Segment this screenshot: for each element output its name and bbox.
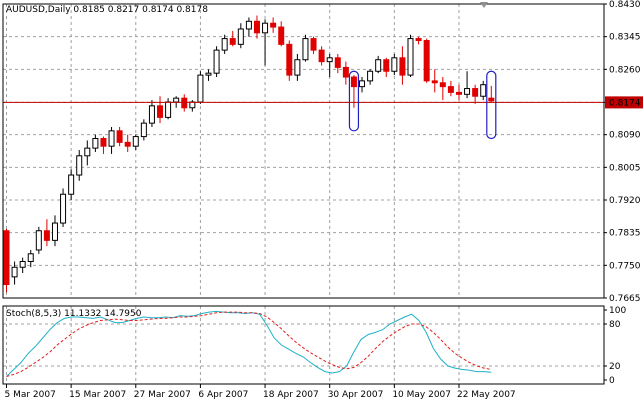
candle-body	[157, 105, 164, 118]
candle-body	[302, 38, 309, 61]
candle-body	[253, 20, 260, 34]
candle-body	[237, 28, 244, 45]
candle-body	[165, 101, 172, 118]
time-tick-label: 5 Mar 2007	[5, 390, 56, 400]
price-tick-label: 0.8005	[609, 163, 641, 173]
candle-body	[262, 22, 269, 34]
candle-body	[294, 59, 301, 76]
candle-body	[11, 266, 18, 278]
candle-body	[310, 38, 317, 51]
stoch-tick-label: 20	[609, 362, 621, 372]
candle-body	[383, 59, 390, 72]
stochastic-axis: 100 80 20 0	[604, 306, 626, 386]
candle-body	[43, 230, 50, 241]
time-tick-label: 18 Apr 2007	[263, 390, 319, 400]
candle-body	[447, 86, 454, 93]
candle-body	[140, 122, 147, 138]
candle-body	[318, 49, 325, 63]
candle-body	[350, 76, 357, 88]
stoch-tick-label: 0	[609, 376, 615, 386]
price-tick-label: 0.8430	[609, 0, 641, 10]
candle-body	[181, 97, 188, 109]
candle-body	[407, 38, 414, 76]
candle-body	[221, 38, 228, 51]
candle-body	[3, 230, 10, 286]
panel-frames	[2, 3, 605, 385]
annotation-ellipse	[486, 70, 497, 140]
candle-body	[342, 66, 349, 78]
candle-body	[391, 57, 398, 72]
stochastic-panel	[6, 310, 492, 377]
price-tick-label: 0.8345	[609, 33, 641, 43]
time-axis: 5 Mar 2007 15 Mar 2007 27 Mar 2007 6 Apr 20…	[5, 384, 516, 400]
time-tick-label: 27 Mar 2007	[134, 390, 191, 400]
candle-body	[488, 97, 495, 102]
candle-body	[278, 26, 285, 45]
current-price-label: 0.8174	[609, 98, 641, 108]
chart-shift-marker-icon[interactable]	[480, 2, 488, 8]
candle-body	[431, 80, 438, 84]
candle-body	[464, 88, 471, 95]
candle-body	[480, 84, 487, 97]
price-tick-label: 0.7750	[609, 261, 641, 271]
time-tick-label: 15 Mar 2007	[69, 390, 126, 400]
candle-body	[286, 43, 293, 76]
candle-body	[124, 141, 131, 147]
candles	[3, 15, 495, 293]
price-tick-label: 0.7835	[609, 229, 641, 239]
candle-body	[173, 97, 180, 103]
candle-body	[367, 70, 374, 82]
stoch-tick-label: 80	[609, 320, 621, 330]
candle-body	[92, 138, 99, 149]
price-tick-label: 0.7665	[609, 294, 641, 304]
candle-body	[205, 72, 212, 76]
candle-body	[472, 88, 479, 97]
candle-body	[326, 57, 333, 63]
time-tick-label: 6 Apr 2007	[198, 390, 248, 400]
time-tick-label: 10 May 2007	[392, 390, 451, 400]
stoch-tick-label: 100	[609, 306, 626, 316]
chart-canvas: 0.8430 0.8345 0.8260 0.8174 0.8090 0.8005 0.79…	[2, 0, 643, 400]
candle-body	[51, 222, 58, 241]
stochastic-title: Stoch(8,5,3) 11.1332 14.7950	[6, 309, 142, 319]
candle-body	[60, 193, 67, 224]
candle-body	[68, 174, 75, 195]
candle-body	[245, 20, 252, 30]
candle-body	[270, 22, 277, 28]
candle-body	[359, 80, 366, 88]
candle-body	[132, 136, 139, 147]
candle-body	[415, 38, 422, 42]
candle-body	[27, 253, 34, 262]
price-axis: 0.8430 0.8345 0.8260 0.8174 0.8090 0.8005 0.79…	[604, 0, 641, 304]
price-tick-label: 0.7920	[609, 196, 641, 206]
candle-body	[399, 57, 406, 76]
candle-body	[84, 147, 91, 157]
symbol-ohlc-readout: AUDUSD,Daily 0.8185 0.8217 0.8174 0.8178	[6, 5, 208, 15]
candle-body	[116, 130, 123, 143]
price-tick-label: 0.8260	[609, 65, 641, 75]
stoch-signal-line	[6, 311, 492, 377]
candle-body	[439, 82, 446, 88]
candle-body	[76, 155, 83, 176]
candle-body	[334, 57, 341, 68]
grid	[3, 3, 604, 384]
candle-body	[108, 130, 115, 147]
candle-body	[35, 230, 42, 251]
price-tick-label: 0.8090	[609, 131, 641, 141]
candle-body	[19, 260, 26, 268]
candle-body	[197, 74, 204, 103]
candle-body	[229, 38, 236, 45]
time-tick-label: 30 Apr 2007	[328, 390, 384, 400]
candle-body	[213, 49, 220, 74]
stoch-main-line	[6, 310, 492, 377]
candle-body	[423, 40, 430, 82]
candle-body	[148, 105, 155, 124]
candle-body	[375, 59, 382, 72]
candle-body	[455, 91, 462, 95]
candle-body	[100, 138, 107, 147]
time-tick-label: 22 May 2007	[457, 390, 516, 400]
